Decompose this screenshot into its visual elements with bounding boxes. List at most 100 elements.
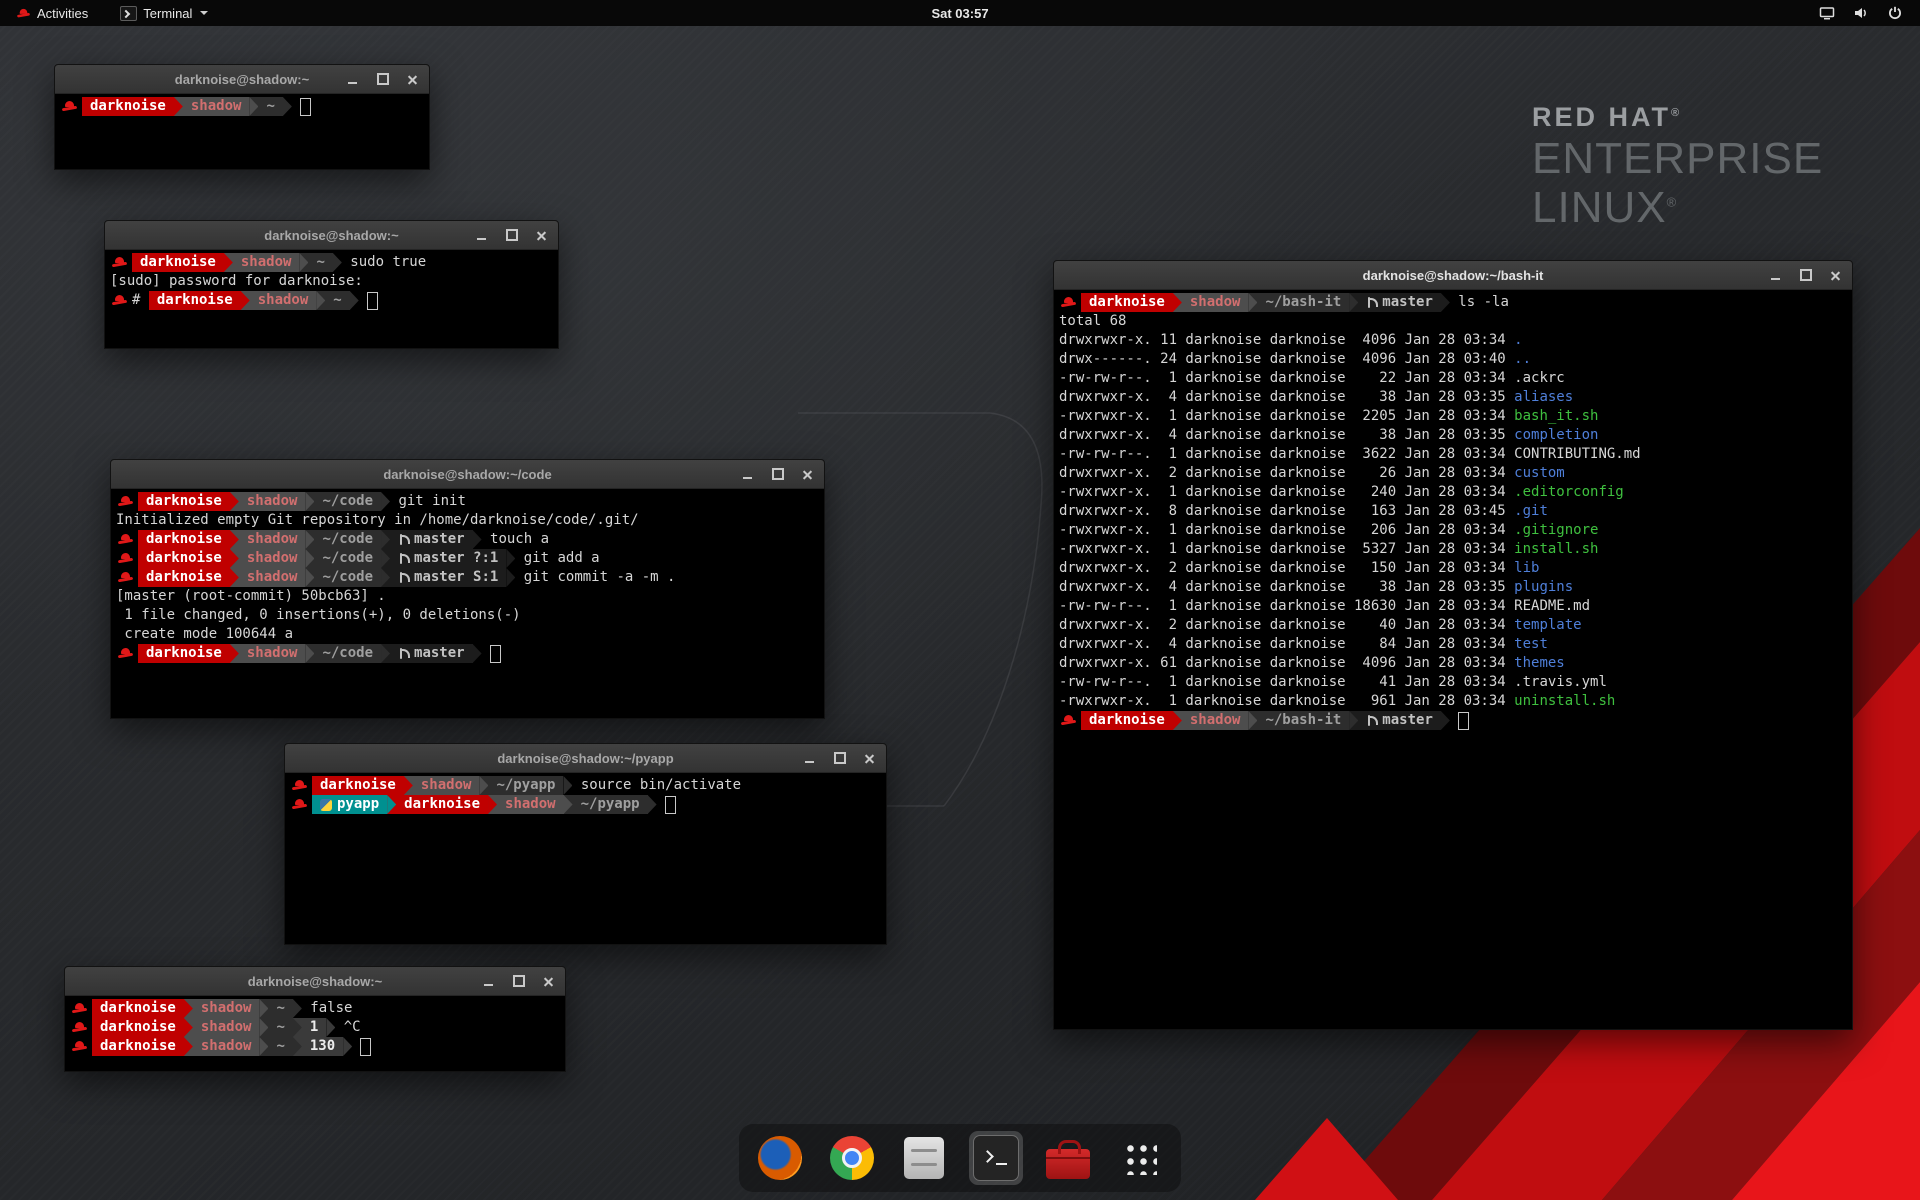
dock-item-firefox[interactable]: [753, 1131, 807, 1185]
terminal-text: source bin/activate: [572, 776, 741, 795]
maximize-icon: [1800, 269, 1812, 281]
dock: [739, 1124, 1181, 1192]
terminal-line: darknoiseshadow~/pyapp source bin/activa…: [290, 776, 881, 795]
window-title: darknoise@shadow:~/bash-it: [1363, 268, 1544, 283]
prompt-segment-path: ~/code: [314, 492, 381, 511]
close-button[interactable]: [1828, 268, 1843, 283]
terminal-text: completion: [1514, 426, 1598, 445]
terminal-content[interactable]: darknoiseshadow~/code git initInitialize…: [111, 489, 824, 718]
minimize-icon: [477, 238, 486, 240]
powerline-separator: [1349, 293, 1358, 312]
close-button[interactable]: [534, 228, 549, 243]
maximize-button[interactable]: [511, 974, 526, 989]
terminal-text: 1 file changed, 0 insertions(+), 0 delet…: [116, 606, 521, 625]
terminal-text: bash_it.sh: [1514, 407, 1598, 426]
chevron-down-icon: [200, 11, 208, 15]
terminal-text: plugins: [1514, 578, 1573, 597]
redhat-icon: [72, 1040, 87, 1053]
system-status-area[interactable]: [1818, 4, 1920, 22]
powerline-separator-fill: [316, 291, 325, 310]
terminal-line: -rwxrwxr-x. 1 darknoise darknoise 206 Ja…: [1059, 521, 1847, 540]
minimize-button[interactable]: [1768, 268, 1783, 283]
terminal-line: darknoiseshadow~/codemaster touch a: [116, 530, 819, 549]
powerline-separator: [563, 776, 572, 795]
terminal-content[interactable]: darknoiseshadow~/bash-itmaster ls -latot…: [1054, 290, 1852, 1029]
terminal-line: [sudo] password for darknoise:: [110, 272, 553, 291]
prompt-segment-path: ~: [258, 97, 282, 116]
terminal-text: drwxrwxr-x. 2 darknoise darknoise 150 Ja…: [1059, 559, 1514, 578]
terminal-content[interactable]: darknoiseshadow~: [55, 94, 429, 169]
terminal-text: #: [132, 291, 149, 310]
close-button[interactable]: [405, 72, 420, 87]
powerline-separator-fill: [333, 253, 342, 272]
dock-item-chrome[interactable]: [825, 1131, 879, 1185]
prompt-segment-venv: pyapp: [312, 795, 387, 814]
minimize-button[interactable]: [345, 72, 360, 87]
powerline-separator-fill: [506, 568, 515, 587]
brand-linux: LINUX®: [1532, 186, 1823, 231]
terminal-text: Initialized empty Git repository in /hom…: [116, 511, 639, 530]
terminal-window-bashit: darknoise@shadow:~/bash-it darknoiseshad…: [1053, 260, 1853, 1030]
minimize-icon: [805, 761, 814, 763]
terminal-line: -rwxrwxr-x. 1 darknoise darknoise 240 Ja…: [1059, 483, 1847, 502]
terminal-window-pyapp: darknoise@shadow:~/pyapp darknoiseshadow…: [284, 743, 887, 945]
terminal-line: -rwxrwxr-x. 1 darknoise darknoise 5327 J…: [1059, 540, 1847, 559]
brand-redhat-text: RED HAT: [1532, 102, 1671, 132]
window-titlebar[interactable]: darknoise@shadow:~/pyapp: [285, 744, 886, 773]
terminal-cursor: [1458, 712, 1469, 730]
terminal-content[interactable]: darknoiseshadow~/pyapp source bin/activa…: [285, 773, 886, 944]
dock-item-toolbox[interactable]: [1041, 1131, 1095, 1185]
powerline-separator-fill: [230, 492, 239, 511]
powerline-separator: [305, 644, 314, 663]
minimize-button[interactable]: [740, 467, 755, 482]
activities-label: Activities: [37, 6, 88, 21]
terminal-line: pyappdarknoiseshadow~/pyapp: [290, 795, 881, 814]
clock[interactable]: Sat 03:57: [931, 6, 988, 21]
terminal-line: darknoiseshadow~/codemaster: [116, 644, 819, 663]
close-button[interactable]: [800, 467, 815, 482]
powerline-separator-fill: [259, 1037, 268, 1056]
close-button[interactable]: [541, 974, 556, 989]
dock-item-files[interactable]: [897, 1131, 951, 1185]
powerline-separator: [174, 97, 183, 116]
volume-icon[interactable]: [1852, 4, 1870, 22]
maximize-button[interactable]: [1798, 268, 1813, 283]
powerline-separator-fill: [305, 549, 314, 568]
dock-item-app-grid[interactable]: [1113, 1131, 1167, 1185]
window-buttons: [740, 460, 815, 488]
maximize-button[interactable]: [375, 72, 390, 87]
window-titlebar[interactable]: darknoise@shadow:~: [105, 221, 558, 250]
redhat-icon: [72, 1002, 87, 1015]
app-menu-terminal[interactable]: Terminal: [114, 0, 214, 26]
dock-item-terminal[interactable]: [969, 1131, 1023, 1185]
prompt-segment-user: darknoise: [149, 291, 241, 310]
activities-button[interactable]: Activities: [10, 0, 94, 26]
window-titlebar[interactable]: darknoise@shadow:~: [65, 967, 565, 996]
maximize-button[interactable]: [504, 228, 519, 243]
power-icon[interactable]: [1886, 4, 1904, 22]
window-titlebar[interactable]: darknoise@shadow:~/bash-it: [1054, 261, 1852, 290]
minimize-button[interactable]: [802, 751, 817, 766]
terminal-content[interactable]: darknoiseshadow~ falsedarknoiseshadow~1 …: [65, 996, 565, 1071]
maximize-button[interactable]: [832, 751, 847, 766]
terminal-text: .ackrc: [1514, 369, 1565, 388]
minimize-button[interactable]: [474, 228, 489, 243]
powerline-separator-fill: [305, 492, 314, 511]
terminal-window-sudo: darknoise@shadow:~ darknoiseshadow~ sudo…: [104, 220, 559, 349]
maximize-button[interactable]: [770, 467, 785, 482]
maximize-icon: [377, 73, 389, 85]
close-button[interactable]: [862, 751, 877, 766]
terminal-text: -rw-rw-r--. 1 darknoise darknoise 3622 J…: [1059, 445, 1514, 464]
branch-icon: [1366, 296, 1377, 309]
terminal-content[interactable]: darknoiseshadow~ sudo true[sudo] passwor…: [105, 250, 558, 348]
window-titlebar[interactable]: darknoise@shadow:~/code: [111, 460, 824, 489]
powerline-separator-fill: [293, 999, 302, 1018]
firefox-icon: [758, 1136, 802, 1180]
terminal-cursor: [665, 796, 676, 814]
window-titlebar[interactable]: darknoise@shadow:~: [55, 65, 429, 94]
terminal-line: -rwxrwxr-x. 1 darknoise darknoise 961 Ja…: [1059, 692, 1847, 711]
display-icon[interactable]: [1818, 4, 1836, 22]
powerline-separator: [259, 999, 268, 1018]
powerline-separator: [648, 795, 657, 814]
minimize-button[interactable]: [481, 974, 496, 989]
